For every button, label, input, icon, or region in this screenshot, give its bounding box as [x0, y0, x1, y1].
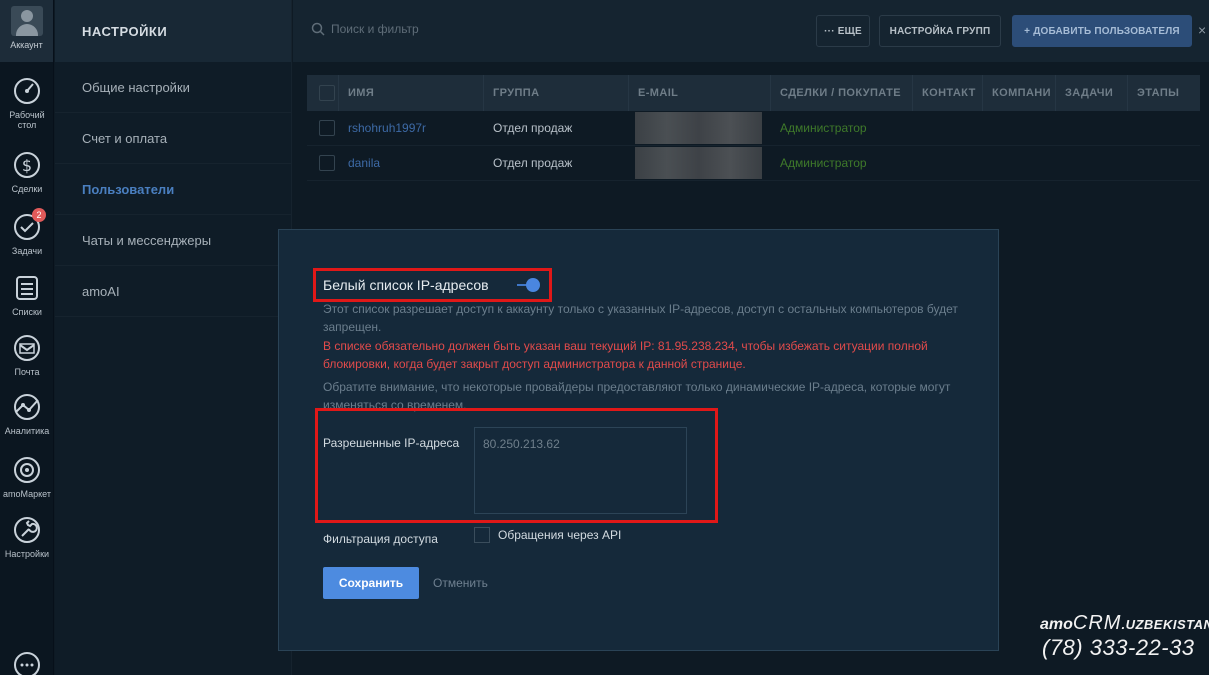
speedometer-icon [14, 78, 40, 104]
nav-lists[interactable]: Списки [0, 273, 54, 317]
api-checkbox[interactable] [474, 527, 490, 543]
api-checkbox-label[interactable]: Обращения через API [498, 528, 621, 542]
account-button[interactable]: Аккаунт [0, 0, 53, 62]
col-companies[interactable]: КОМПАНИ [983, 75, 1056, 111]
nav-market-label: amoМаркет [3, 489, 51, 499]
add-user-button[interactable]: + ДОБАВИТЬ ПОЛЬЗОВАТЕЛЯ [1012, 15, 1192, 47]
watermark-phone: (78) 333-22-33 [1042, 635, 1195, 660]
modal-warning: В списке обязательно должен быть указан … [323, 339, 928, 371]
filter-label: Фильтрация доступа [323, 532, 438, 546]
settings-title: НАСТРОЙКИ [55, 0, 291, 62]
nav-settings[interactable]: Настройки [0, 515, 54, 559]
watermark-crm: CRM [1072, 612, 1122, 634]
account-label: Аккаунт [10, 40, 43, 50]
wrench-icon [14, 517, 40, 543]
row-checkbox[interactable] [307, 146, 339, 181]
col-name[interactable]: ИМЯ [339, 75, 484, 111]
dollar-icon: $ [14, 152, 40, 178]
col-stages[interactable]: ЭТАПЫ [1128, 75, 1200, 111]
nav-lists-label: Списки [12, 307, 42, 317]
highlight-frame-title [313, 268, 552, 302]
more-button[interactable]: ··· ЕЩЕ [816, 15, 870, 47]
search-input[interactable]: Поиск и фильтр [311, 22, 419, 36]
watermark-brand: amoCRM.UZBEKISTAN [1040, 612, 1209, 635]
settings-item-users[interactable]: Пользователи [55, 164, 291, 215]
col-email[interactable]: E-MAIL [629, 75, 771, 111]
list-icon [16, 276, 38, 300]
users-toolbar: Поиск и фильтр ··· ЕЩЕ НАСТРОЙКА ГРУПП +… [293, 0, 1209, 62]
user-email-blurred [629, 111, 771, 146]
users-table: ИМЯ ГРУППА E-MAIL СДЕЛКИ / ПОКУПАТЕ КОНТ… [307, 75, 1200, 181]
search-placeholder: Поиск и фильтр [331, 22, 419, 36]
cancel-button[interactable]: Отменить [433, 576, 488, 590]
col-deals[interactable]: СДЕЛКИ / ПОКУПАТЕ [771, 75, 913, 111]
settings-sidebar: НАСТРОЙКИ Общие настройки Счет и оплата … [55, 0, 292, 675]
user-name-link[interactable]: rshohruh1997r [339, 111, 484, 146]
nav-settings-label: Настройки [4, 549, 50, 559]
main-nav-rail: Аккаунт Рабочий стол $ Сделки 2 Задачи С… [0, 0, 54, 675]
chat-button[interactable] [0, 650, 54, 675]
mail-icon [14, 335, 40, 361]
settings-item-chats[interactable]: Чаты и мессенджеры [55, 215, 291, 266]
user-role: Администратор [780, 156, 867, 170]
nav-deals-label: Сделки [11, 184, 43, 194]
nav-tasks[interactable]: 2 Задачи [0, 208, 54, 256]
svg-text:$: $ [22, 156, 32, 175]
col-contacts[interactable]: КОНТАКТ [913, 75, 983, 111]
group-settings-button[interactable]: НАСТРОЙКА ГРУПП [879, 15, 1001, 47]
save-button[interactable]: Сохранить [323, 567, 419, 599]
settings-item-general[interactable]: Общие настройки [55, 62, 291, 113]
nav-analytics[interactable]: Аналитика [0, 392, 54, 436]
settings-item-billing[interactable]: Счет и оплата [55, 113, 291, 164]
avatar [10, 6, 43, 36]
settings-item-amoai[interactable]: amoAI [55, 266, 291, 317]
nav-tasks-label: Задачи [11, 246, 43, 256]
col-tasks[interactable]: ЗАДАЧИ [1056, 75, 1128, 111]
user-group: Отдел продаж [493, 121, 573, 135]
watermark-amo: amo [1040, 616, 1073, 633]
table-header: ИМЯ ГРУППА E-MAIL СДЕЛКИ / ПОКУПАТЕ КОНТ… [307, 75, 1200, 111]
highlight-frame-ip-list [315, 408, 718, 523]
user-email-blurred [629, 146, 771, 181]
nav-dashboard[interactable]: Рабочий стол [0, 76, 54, 130]
nav-analytics-label: Аналитика [4, 426, 50, 436]
table-row[interactable]: danila Отдел продаж Администратор [307, 146, 1200, 181]
user-role: Администратор [780, 121, 867, 135]
search-icon [311, 22, 325, 36]
chat-icon [14, 652, 40, 675]
user-name-link[interactable]: danila [339, 146, 484, 181]
watermark-uz: .UZBEKISTAN [1121, 617, 1209, 632]
user-group: Отдел продаж [493, 156, 573, 170]
col-group[interactable]: ГРУППА [484, 75, 629, 111]
market-icon [14, 457, 40, 483]
select-all-checkbox[interactable] [307, 75, 339, 111]
tasks-badge: 2 [32, 208, 46, 222]
nav-dashboard-label: Рабочий стол [9, 110, 45, 130]
nav-mail[interactable]: Почта [0, 333, 54, 377]
close-icon[interactable]: × [1198, 22, 1206, 38]
modal-description: Этот список разрешает доступ к аккаунту … [323, 302, 958, 334]
nav-market[interactable]: amoМаркет [0, 455, 54, 499]
table-row[interactable]: rshohruh1997r Отдел продаж Администратор [307, 111, 1200, 146]
analytics-icon [14, 394, 40, 420]
nav-mail-label: Почта [14, 367, 40, 377]
nav-deals[interactable]: $ Сделки [0, 150, 54, 194]
row-checkbox[interactable] [307, 111, 339, 146]
